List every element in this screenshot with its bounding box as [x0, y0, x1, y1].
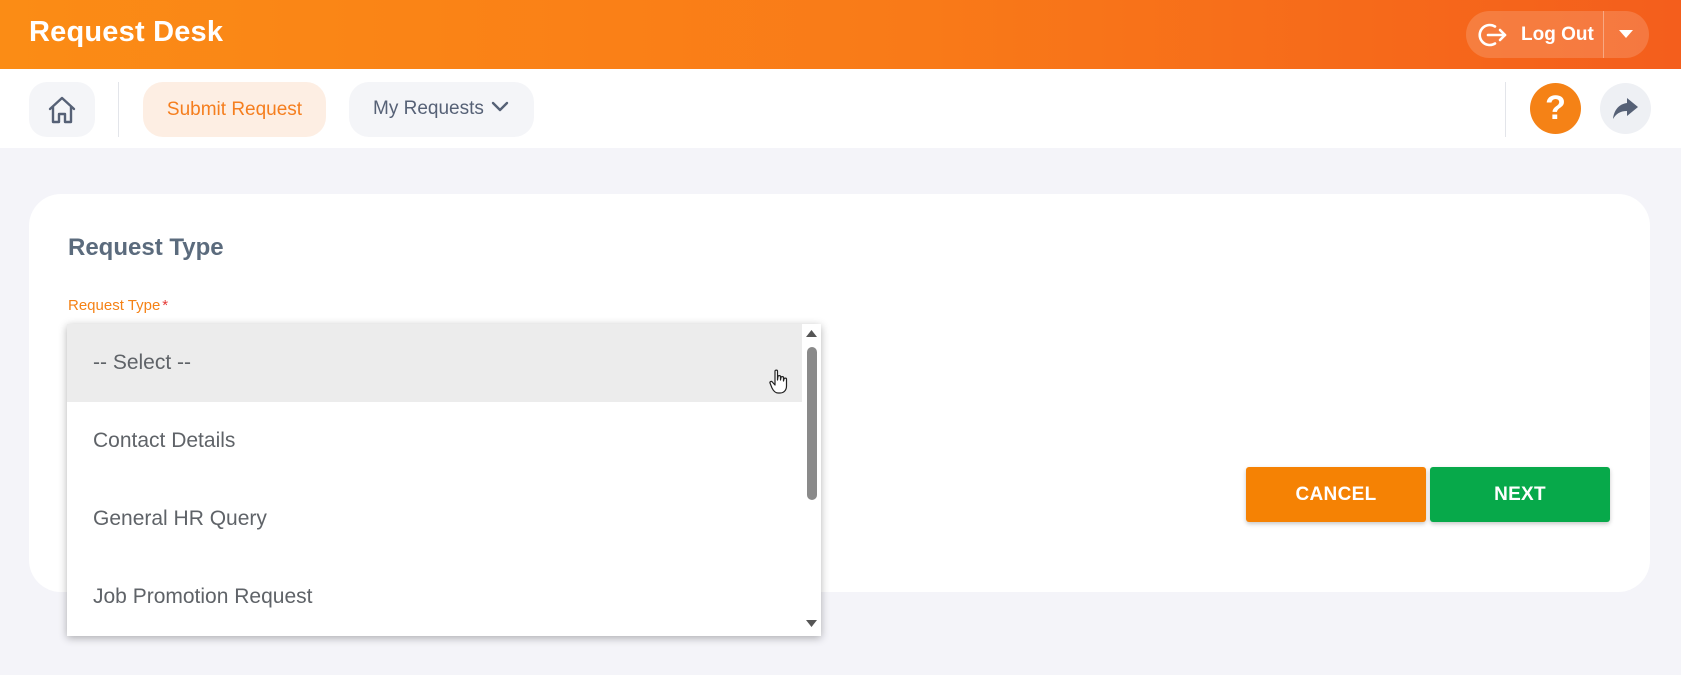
- dropdown-option[interactable]: Contact Details: [67, 402, 802, 480]
- dropdown-scrollbar[interactable]: [802, 324, 821, 636]
- app-title: Request Desk: [29, 16, 224, 48]
- next-button[interactable]: NEXT: [1430, 467, 1610, 522]
- request-type-label-text: Request Type: [68, 297, 161, 314]
- dropdown-option[interactable]: -- Select --: [67, 324, 802, 402]
- scroll-thumb[interactable]: [807, 347, 817, 500]
- scroll-up-arrow-icon[interactable]: [806, 330, 817, 338]
- dropdown-option[interactable]: General HR Query: [67, 480, 802, 558]
- my-requests-label: My Requests: [373, 98, 484, 119]
- logout-button[interactable]: Log Out: [1466, 11, 1604, 58]
- home-icon: [48, 96, 76, 124]
- section-title: Request Type: [68, 234, 224, 261]
- dropdown-option[interactable]: Job Promotion Request: [67, 558, 802, 636]
- help-button[interactable]: ?: [1530, 83, 1581, 134]
- caret-down-icon: [1619, 30, 1633, 38]
- nav-divider: [118, 82, 119, 137]
- logout-icon: [1478, 22, 1510, 48]
- cancel-button[interactable]: CANCEL: [1246, 467, 1426, 522]
- submit-request-button[interactable]: Submit Request: [143, 82, 326, 137]
- logout-group: Log Out: [1466, 11, 1649, 58]
- share-arrow-icon: [1613, 98, 1638, 119]
- top-header-bar: Request Desk Log Out: [0, 0, 1681, 69]
- share-button[interactable]: [1600, 83, 1651, 134]
- request-type-dropdown-list[interactable]: -- Select -- Contact Details General HR …: [67, 324, 821, 636]
- nav-divider-right: [1505, 82, 1506, 137]
- navigation-bar: Submit Request My Requests ?: [0, 69, 1681, 148]
- logout-menu-toggle[interactable]: [1604, 11, 1649, 58]
- my-requests-button[interactable]: My Requests: [349, 82, 534, 137]
- request-type-label: Request Type *: [68, 297, 168, 314]
- scroll-down-arrow-icon[interactable]: [806, 620, 817, 628]
- hand-pointer-cursor-icon: [769, 369, 788, 394]
- logout-label: Log Out: [1521, 24, 1594, 45]
- home-button[interactable]: [29, 82, 95, 137]
- required-marker: *: [162, 297, 169, 314]
- chevron-down-icon: [491, 101, 509, 112]
